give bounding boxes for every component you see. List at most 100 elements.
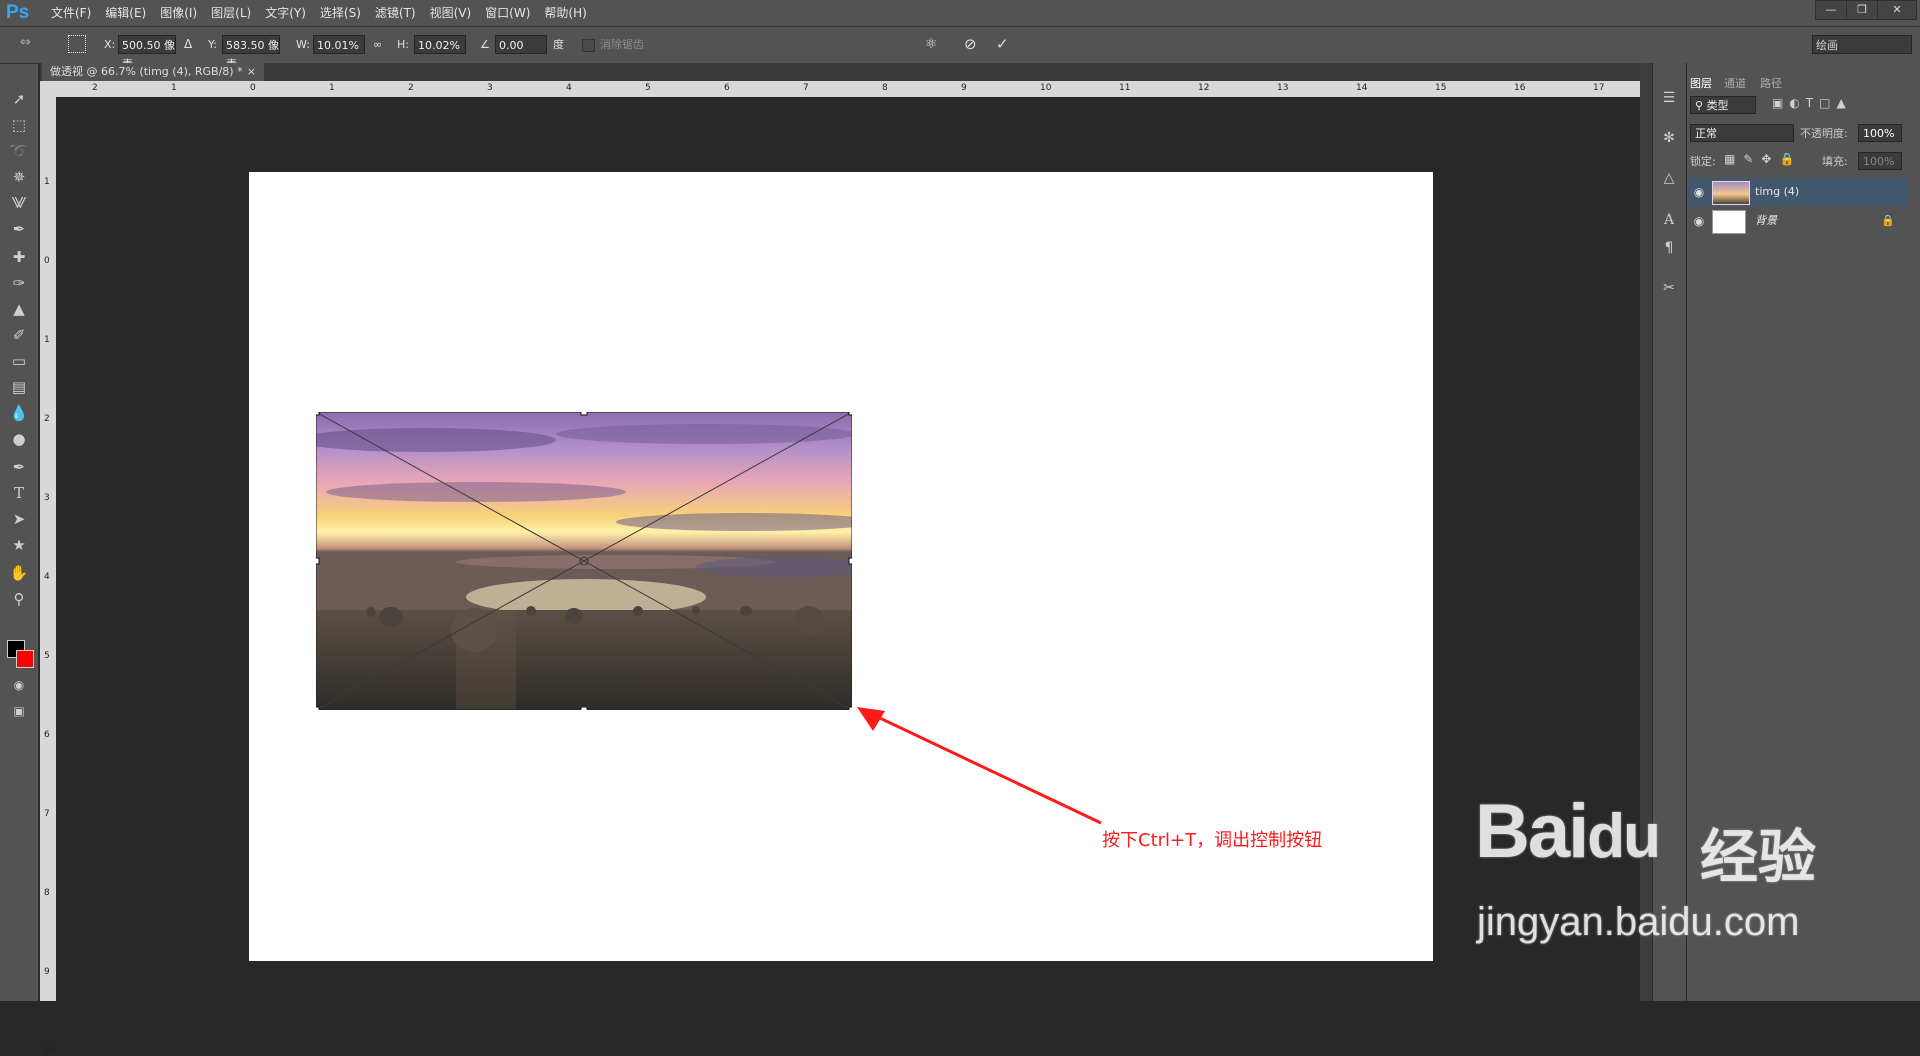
menu-layer[interactable]: 图层(L) [204,0,258,26]
minimize-button[interactable]: — [1815,0,1847,20]
menu-filter[interactable]: 滤镜(T) [368,0,423,26]
angle-unit: 度 [553,38,564,51]
workspace-select[interactable]: 绘画 [1812,35,1912,54]
reference-point-icon[interactable] [68,35,86,53]
delta-icon[interactable]: Δ [184,35,192,54]
search-icon: ⚲ [1695,99,1707,112]
lasso-tool-icon[interactable]: ➰ [7,140,31,162]
height-field[interactable]: 10.02% [414,35,466,54]
tab-paths[interactable]: 路径 [1760,76,1782,92]
ruler-left-label: 1 [44,177,50,187]
x-position-field[interactable]: 500.50 像素 [118,35,176,71]
ruler-top-label: 4 [566,83,572,93]
close-tab-icon[interactable]: × [247,63,256,81]
restore-icon: ❐ [1857,3,1867,16]
tab-channels[interactable]: 通道 [1724,76,1746,92]
ruler-top-label: 0 [250,83,256,93]
h-label: H: [397,38,409,51]
baidu-logo-text-2: du [1587,802,1661,871]
cancel-transform-icon[interactable]: ⊘ [964,35,977,54]
lock-options-icons[interactable]: ▦✎✥🔒 [1724,152,1802,166]
tab-layers[interactable]: 图层 [1690,76,1712,92]
blend-mode-select[interactable]: 正常 [1690,124,1794,142]
zoom-tool-icon[interactable]: ⚲ [7,588,31,610]
ruler-top-label: 15 [1435,83,1447,93]
layer-name: timg (4) [1755,185,1800,198]
close-icon: ✕ [1892,3,1902,16]
quick-mask-icon[interactable]: ◉ [7,674,31,696]
brush-preset-icon[interactable]: ✻ [1658,128,1680,148]
menu-select[interactable]: 选择(S) [313,0,368,26]
menu-bar: Ps 文件(F) 编辑(E) 图像(I) 图层(L) 文字(Y) 选择(S) 滤… [0,0,1920,27]
ruler-top-label: 1 [171,83,177,93]
history-brush-tool-icon[interactable]: ✐ [7,324,31,346]
ruler-left-label: 4 [44,572,50,582]
horizontal-ruler: 2 1 0 1 2 3 4 5 6 7 8 9 10 11 12 13 14 15 16 17 [40,81,1640,97]
layer-filter-value: 类型 [1706,99,1729,112]
fill-field[interactable]: 100% [1858,152,1902,170]
ruler-top-label: 11 [1119,83,1131,93]
vertical-ruler: 1 0 1 2 3 4 5 6 7 8 9 10 [40,97,56,1056]
menu-help[interactable]: 帮助(H) [537,0,593,26]
brush-tool-icon[interactable]: ✑ [7,272,31,294]
hand-tool-icon[interactable]: ✋ [7,562,31,584]
healing-brush-tool-icon[interactable]: ✚ [7,246,31,268]
close-window-button[interactable]: ✕ [1877,0,1917,20]
layer-filter-icons[interactable]: ▣◐T□▲ [1772,96,1852,110]
photoshop-logo: Ps [6,2,30,23]
document-tab[interactable]: 做透视 @ 66.7% (timg (4), RGB/8) * × [42,63,264,81]
clone-stamp-tool-icon[interactable]: ▲ [7,298,31,320]
menu-edit[interactable]: 编辑(E) [98,0,153,26]
antialias-checkbox[interactable] [582,39,595,52]
eyedropper-tool-icon[interactable]: ✒ [7,218,31,240]
angle-field[interactable]: 0.00 [495,35,547,54]
shape-tool-icon[interactable]: ★ [7,534,31,556]
layer-row-background[interactable]: ◉ 背景 🔒 [1687,207,1907,235]
fill-label: 填充: [1822,155,1848,168]
transform-tool-icon: ⇔ [20,35,31,50]
ruler-left-label: 3 [44,493,50,503]
eraser-tool-icon[interactable]: ▭ [7,350,31,372]
ruler-top-label: 2 [408,83,414,93]
gradient-tool-icon[interactable]: ▤ [7,376,31,398]
transformed-layer-image[interactable] [316,412,852,710]
menu-list: 文件(F) 编辑(E) 图像(I) 图层(L) 文字(Y) 选择(S) 滤镜(T… [44,0,594,26]
ruler-left-label: 1 [44,335,50,345]
background-color-swatch[interactable] [16,650,34,668]
layer-filter-select[interactable]: ⚲ 类型 [1690,96,1756,114]
width-field[interactable]: 10.01% [313,35,365,54]
menu-file[interactable]: 文件(F) [44,0,98,26]
history-panel-icon[interactable]: ☰ [1658,88,1680,108]
quick-select-tool-icon[interactable]: ✵ [7,166,31,188]
paragraph-panel-icon[interactable]: ¶ [1658,238,1680,258]
menu-view[interactable]: 视图(V) [423,0,479,26]
marquee-tool-icon[interactable]: ⬚ [7,114,31,136]
type-tool-icon[interactable]: T [7,482,31,504]
commit-transform-icon[interactable]: ✓ [996,35,1009,54]
pen-tool-icon[interactable]: ✒ [7,456,31,478]
opacity-field[interactable]: 100% [1858,124,1902,142]
warp-icon[interactable]: ⚛ [925,35,938,54]
ruler-left-label: 10 [44,1046,56,1056]
restore-button[interactable]: ❐ [1846,0,1878,20]
layer-thumbnail [1712,181,1750,205]
crop-tool-icon[interactable]: ⨈ [7,192,31,214]
eye-icon[interactable]: ◉ [1691,213,1707,229]
dodge-tool-icon[interactable]: ● [7,428,31,450]
menu-image[interactable]: 图像(I) [153,0,204,26]
menu-type[interactable]: 文字(Y) [258,0,313,26]
link-icon[interactable]: ∞ [373,35,382,54]
y-position-field[interactable]: 583.50 像素 [222,35,280,71]
menu-window[interactable]: 窗口(W) [478,0,537,26]
document-tab-title: 做透视 @ 66.7% (timg (4), RGB/8) * [50,65,243,78]
ruler-left-label: 5 [44,651,50,661]
tool-presets-icon[interactable]: ✂ [1658,278,1680,298]
layer-row-timg[interactable]: ◉ timg (4) [1687,178,1907,206]
blur-tool-icon[interactable]: 💧 [7,402,31,424]
screen-mode-icon[interactable]: ▣ [7,700,31,722]
move-tool-icon[interactable]: ➚ [7,88,31,110]
eye-icon[interactable]: ◉ [1691,184,1707,200]
path-select-tool-icon[interactable]: ➤ [7,508,31,530]
clone-source-icon[interactable]: △ [1658,168,1680,188]
character-panel-icon[interactable]: A [1658,210,1680,230]
